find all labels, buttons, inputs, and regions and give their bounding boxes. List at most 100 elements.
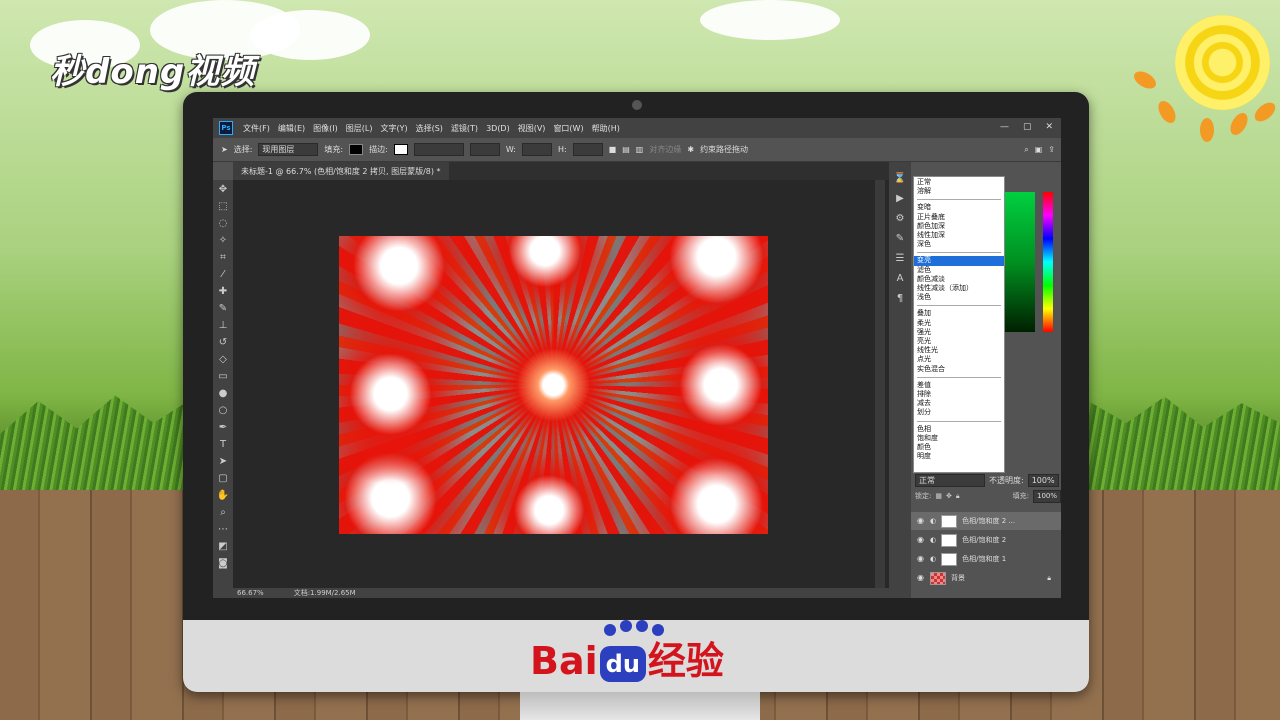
maximize-button[interactable]: ▢ [1023,122,1032,132]
workspace-icon[interactable]: ▣ [1035,145,1043,154]
canvas-area[interactable] [233,180,893,588]
menu-image[interactable]: 图像(I) [309,123,342,134]
blend-option[interactable]: 深色 [917,240,1001,249]
blend-option[interactable]: 浅色 [917,293,1001,302]
blend-option[interactable]: 强光 [917,328,1001,337]
blur-icon[interactable]: ● [219,387,228,401]
brush-preset-icon[interactable]: ✎ [896,232,904,246]
marquee-icon[interactable]: ⬚ [218,200,227,214]
blend-mode-select[interactable]: 正常 [915,473,985,487]
menu-select[interactable]: 选择(S) [412,123,447,134]
blend-option[interactable]: 柔光 [917,319,1001,328]
layer-row[interactable]: ◉ 背景 🔒︎ [911,569,1061,587]
eye-icon[interactable]: ◉ [917,574,925,582]
color-field[interactable] [1003,192,1035,332]
menu-help[interactable]: 帮助(H) [588,123,624,134]
hue-slider[interactable] [1043,192,1053,332]
stroke-type-field[interactable] [469,143,500,156]
eraser-icon[interactable]: ◇ [219,353,227,367]
gradient-icon[interactable]: ▭ [218,370,227,384]
zoom-icon[interactable]: ⌕ [220,506,226,520]
blend-option[interactable]: 差值 [917,381,1001,390]
blend-option[interactable]: 颜色减淡 [917,275,1001,284]
blend-option-highlighted[interactable]: 变亮 [914,256,1004,266]
blend-option[interactable]: 色相 [917,425,1001,434]
menu-window[interactable]: 窗口(W) [549,123,587,134]
blend-option[interactable]: 颜色加深 [917,222,1001,231]
lasso-icon[interactable]: ◌ [219,217,228,231]
move-icon[interactable]: ✥ [219,183,227,197]
blend-option[interactable]: 实色混合 [917,365,1001,374]
blend-option[interactable]: 线性减淡（添加） [917,284,1001,293]
blend-option[interactable]: 正常 [917,178,1001,187]
layer-row[interactable]: ◉ ◐ 色相/饱和度 1 [911,550,1061,568]
lock-all-icon[interactable]: 🔒︎ [956,492,960,501]
blend-option[interactable]: 排除 [917,390,1001,399]
menu-view[interactable]: 视图(V) [514,123,550,134]
stroke-swatch[interactable] [393,144,408,155]
fill-field[interactable]: 100% [1032,489,1061,503]
eye-icon[interactable]: ◉ [917,536,925,544]
constrain-path-checkbox[interactable]: 约束路径拖动 [700,144,748,155]
play-icon[interactable]: ▶ [896,192,904,206]
blend-option[interactable]: 正片叠底 [917,213,1001,222]
path-ops-icon[interactable]: ■ [609,145,617,154]
stroke-width-field[interactable] [413,143,464,156]
color-swatches-icon[interactable]: ◩ [218,540,227,554]
stamp-icon[interactable]: ⊥ [219,319,228,333]
menu-edit[interactable]: 编辑(E) [274,123,309,134]
eye-icon[interactable]: ◉ [917,555,925,563]
menu-file[interactable]: 文件(F) [239,123,274,134]
lock-move-icon[interactable]: ✥ [946,492,952,500]
blend-option[interactable]: 点光 [917,355,1001,364]
document-image[interactable] [339,236,768,534]
lock-pixels-icon[interactable]: ▦ [935,492,942,500]
healing-icon[interactable]: ✚ [219,285,227,299]
crop-icon[interactable]: ⌗ [220,251,226,265]
gear-icon[interactable]: ✱ [687,145,694,154]
path-select-icon[interactable]: ➤ [219,455,227,469]
document-tab[interactable]: 未标题-1 @ 66.7% (色相/饱和度 2 拷贝, 图层蒙版/8) * [233,162,449,180]
opacity-field[interactable]: 100% [1027,473,1059,487]
dodge-icon[interactable]: ○ [219,404,228,418]
move-tool-icon[interactable]: ➤ [221,145,228,154]
hand-icon[interactable]: ✋ [217,489,229,503]
menu-filter[interactable]: 滤镜(T) [447,123,482,134]
width-field[interactable] [521,143,552,156]
close-button[interactable]: ✕ [1045,122,1053,132]
minimize-button[interactable]: — [1000,122,1009,132]
fill-swatch[interactable] [349,144,364,155]
align-icon[interactable]: ▤ [622,145,630,154]
arrange-icon[interactable]: ▥ [636,145,644,154]
search-icon[interactable]: ⌕ [1024,145,1028,155]
blend-option[interactable]: 变暗 [917,203,1001,212]
align-edges-checkbox[interactable]: 对齐边缘 [649,144,681,155]
adjust-icon[interactable]: ☰ [896,252,905,266]
blend-option[interactable]: 叠加 [917,309,1001,318]
menu-type[interactable]: 文字(Y) [376,123,411,134]
type-icon[interactable]: T [220,438,226,452]
history-icon[interactable]: ⌛ [894,172,906,186]
paragraph-icon[interactable]: ¶ [897,292,903,306]
zoom-level[interactable]: 66.67% [237,589,264,597]
share-icon[interactable]: ⇪ [1048,145,1055,154]
layer-row[interactable]: ◉ ◐ 色相/饱和度 2 [911,531,1061,549]
eye-icon[interactable]: ◉ [917,517,925,525]
quick-mask-icon[interactable]: ◙ [218,557,228,571]
blend-option[interactable]: 线性加深 [917,231,1001,240]
layer-row[interactable]: ◉ ◐ 色相/饱和度 2 ... [911,512,1061,530]
blend-option[interactable]: 溶解 [917,187,1001,196]
blend-option[interactable]: 亮光 [917,337,1001,346]
blend-mode-dropdown[interactable]: 正常 溶解 变暗 正片叠底 颜色加深 线性加深 深色 变亮 滤色 颜色减淡 线性… [913,176,1005,473]
blend-option[interactable]: 饱和度 [917,434,1001,443]
rectangle-icon[interactable]: ▢ [218,472,227,486]
brush-icon[interactable]: ✎ [219,302,227,316]
blend-option[interactable]: 滤色 [917,266,1001,275]
blend-option[interactable]: 颜色 [917,443,1001,452]
menu-3d[interactable]: 3D(D) [482,124,514,133]
more-icon[interactable]: ⋯ [218,523,228,537]
history-brush-icon[interactable]: ↺ [219,336,227,350]
height-field[interactable] [572,143,603,156]
select-dropdown[interactable]: 现用图层 [258,143,319,156]
eyedropper-icon[interactable]: ⁄ [222,268,224,282]
